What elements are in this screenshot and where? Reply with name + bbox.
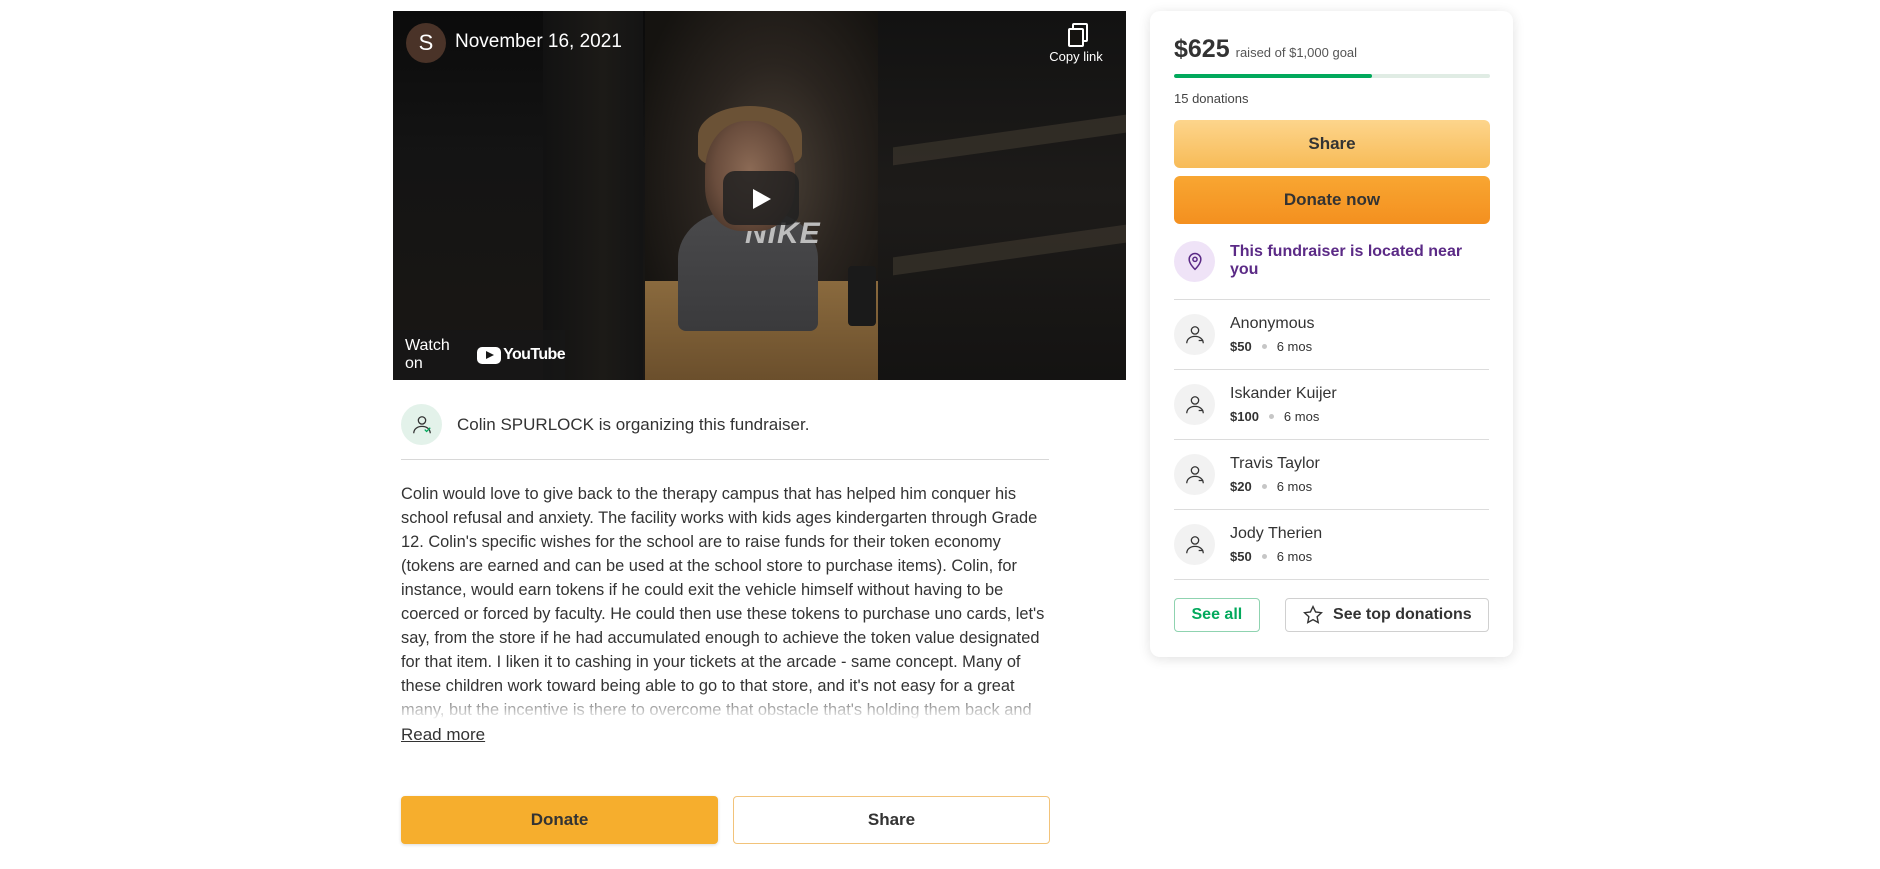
copy-icon bbox=[1067, 23, 1088, 47]
see-top-donations-label: See top donations bbox=[1333, 606, 1472, 623]
progress-bar bbox=[1174, 74, 1490, 78]
donor-icon bbox=[1185, 535, 1204, 553]
donor-name: Anonymous bbox=[1230, 315, 1315, 332]
raised-summary: $625 raised of $1,000 goal bbox=[1174, 35, 1489, 64]
user-icon bbox=[412, 415, 431, 433]
donate-now-button[interactable]: Donate now bbox=[1174, 176, 1490, 224]
play-button[interactable] bbox=[723, 171, 799, 225]
donor-amount: $50 bbox=[1230, 339, 1252, 354]
donor-name: Jody Therien bbox=[1230, 525, 1323, 542]
channel-avatar[interactable]: S bbox=[406, 23, 446, 63]
copy-link-label: Copy link bbox=[1049, 49, 1103, 64]
donor-name: Iskander Kuijer bbox=[1230, 385, 1337, 402]
donor-item: Travis Taylor $20 6 mos bbox=[1174, 440, 1489, 510]
donor-avatar bbox=[1174, 384, 1215, 425]
separator-dot bbox=[1261, 484, 1267, 489]
watch-on-label: Watch on bbox=[405, 337, 450, 372]
location-pin-icon bbox=[1187, 252, 1202, 271]
copy-link-button[interactable]: Copy link bbox=[1046, 23, 1106, 66]
separator-dot bbox=[1268, 414, 1274, 419]
donation-sidebar: $625 raised of $1,000 goal 15 donations … bbox=[1150, 11, 1513, 657]
watch-on-youtube-link[interactable]: Watch on YouTube bbox=[393, 330, 566, 380]
goal-text: raised of $1,000 goal bbox=[1235, 45, 1358, 60]
fundraiser-story: Colin would love to give back to the the… bbox=[401, 482, 1049, 722]
separator-dot bbox=[1261, 554, 1267, 559]
video-title[interactable]: November 16, 2021 bbox=[455, 31, 622, 53]
donor-icon bbox=[1185, 465, 1204, 483]
youtube-logo: YouTube bbox=[477, 346, 566, 364]
donor-time: 6 mos bbox=[1276, 479, 1313, 494]
location-text: This fundraiser is located near you bbox=[1230, 243, 1463, 278]
raised-amount: $625 bbox=[1174, 35, 1230, 63]
separator-dot bbox=[1261, 344, 1267, 349]
donor-name: Travis Taylor bbox=[1230, 455, 1320, 472]
donor-item: Anonymous $50 6 mos bbox=[1174, 300, 1489, 370]
donor-amount: $100 bbox=[1230, 409, 1259, 424]
donor-time: 6 mos bbox=[1276, 339, 1313, 354]
star-icon bbox=[1303, 604, 1323, 624]
donor-amount: $50 bbox=[1230, 549, 1252, 564]
donor-icon bbox=[1185, 395, 1204, 413]
youtube-play-icon bbox=[477, 346, 502, 364]
donor-amount: $20 bbox=[1230, 479, 1252, 494]
video-frame-right bbox=[878, 11, 1126, 380]
organizer-text: Colin SPURLOCK is organizing this fundra… bbox=[457, 414, 810, 434]
location-notice: This fundraiser is located near you bbox=[1174, 240, 1489, 282]
donor-icon bbox=[1185, 325, 1204, 343]
share-button[interactable]: Share bbox=[733, 796, 1050, 844]
donation-count: 15 donations bbox=[1174, 91, 1249, 106]
read-more-link[interactable]: Read more bbox=[401, 725, 485, 745]
donate-button[interactable]: Donate bbox=[401, 796, 718, 844]
donor-time: 6 mos bbox=[1276, 549, 1313, 564]
donor-item: Iskander Kuijer $100 6 mos bbox=[1174, 370, 1489, 440]
youtube-wordmark: YouTube bbox=[503, 346, 565, 363]
sidebar-share-button[interactable]: Share bbox=[1174, 120, 1490, 168]
donor-time: 6 mos bbox=[1283, 409, 1320, 424]
donor-avatar bbox=[1174, 454, 1215, 495]
see-top-donations-button[interactable]: See top donations bbox=[1284, 598, 1489, 632]
see-all-button[interactable]: See all bbox=[1174, 598, 1260, 632]
donor-item: Jody Therien $50 6 mos bbox=[1174, 510, 1489, 580]
organizer-avatar bbox=[401, 404, 442, 445]
story-fade bbox=[401, 690, 1049, 730]
donor-avatar bbox=[1174, 314, 1215, 355]
location-icon-circle bbox=[1174, 240, 1215, 282]
story-text: Colin would love to give back to the the… bbox=[401, 485, 1045, 719]
organizer-row: Colin SPURLOCK is organizing this fundra… bbox=[401, 402, 1049, 460]
video-frame-left bbox=[393, 11, 645, 380]
donor-list-actions: See all See top donations bbox=[1174, 598, 1489, 632]
video-embed[interactable]: NIKE S November 16, 2021 Copy link Watch… bbox=[393, 11, 1126, 380]
progress-fill bbox=[1174, 74, 1372, 78]
donor-avatar bbox=[1174, 524, 1215, 565]
